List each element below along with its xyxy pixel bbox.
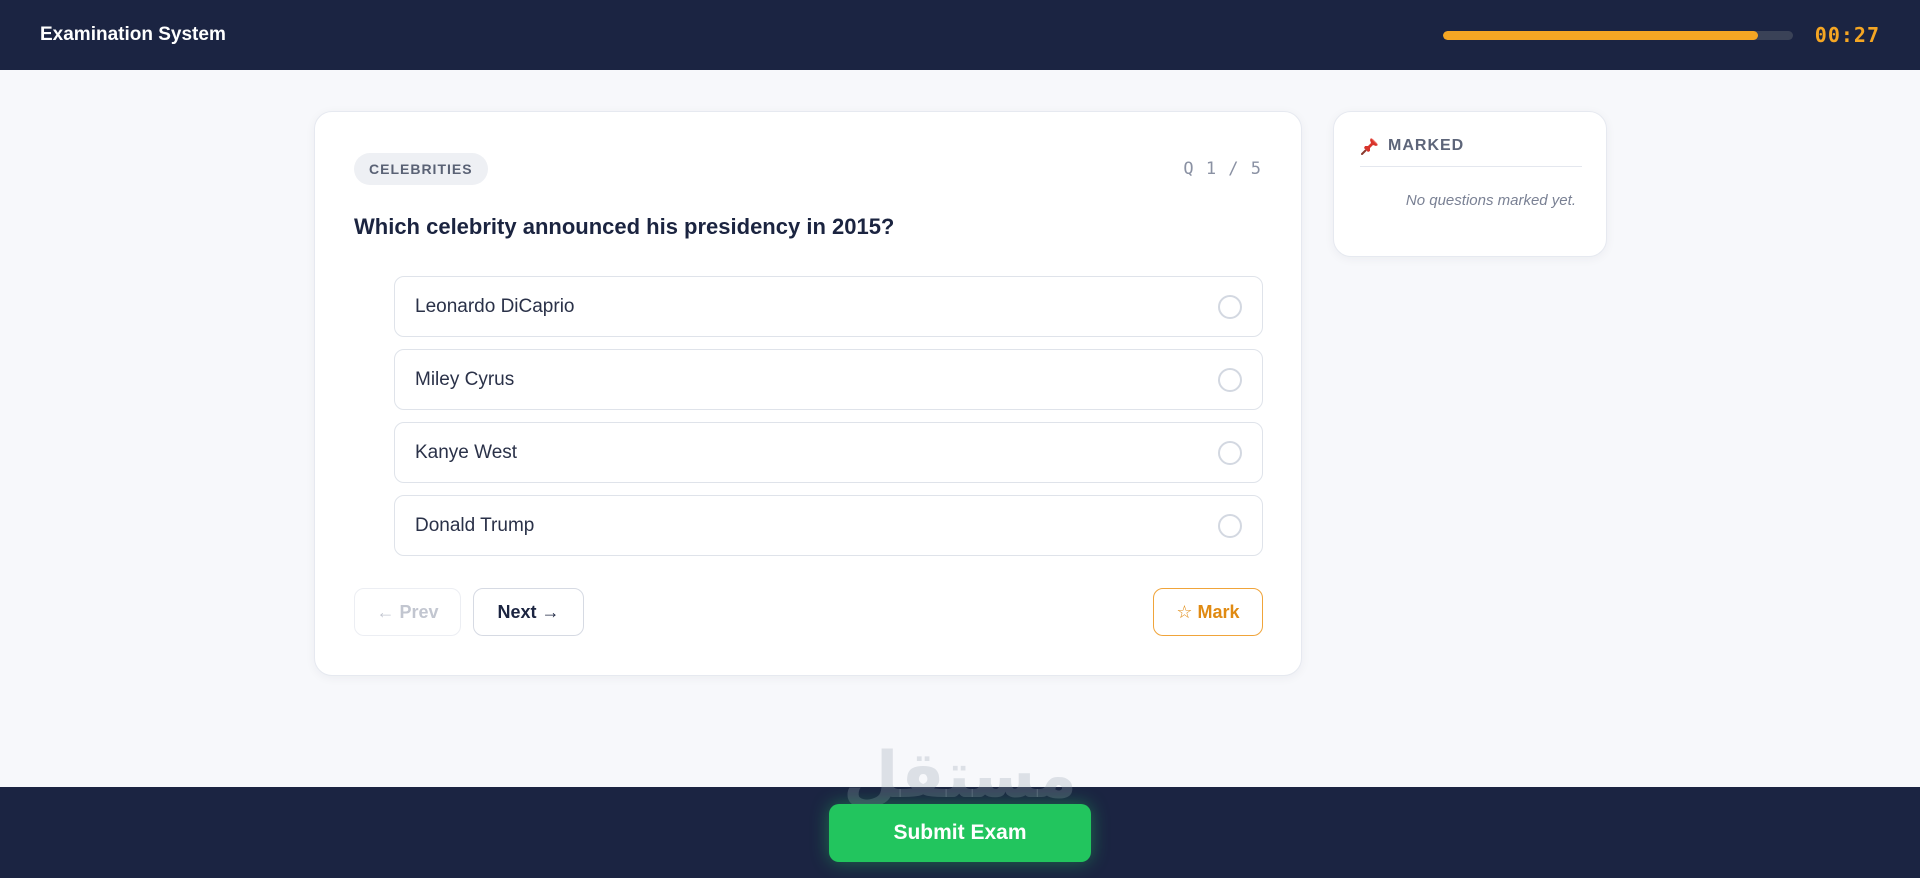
prev-button[interactable]: ← Prev xyxy=(354,588,461,636)
answer-option-label: Miley Cyrus xyxy=(415,368,515,390)
answer-option-label: Leonardo DiCaprio xyxy=(415,295,575,317)
answer-option[interactable]: Leonardo DiCaprio xyxy=(394,276,1263,337)
marked-empty-message: No questions marked yet. xyxy=(1405,192,1576,209)
time-progress-fill xyxy=(1442,30,1758,40)
answer-option[interactable]: Kanye West xyxy=(394,422,1263,483)
app-title: Examination System xyxy=(40,24,226,45)
answer-option[interactable]: Miley Cyrus xyxy=(394,349,1263,410)
radio-button[interactable] xyxy=(1218,294,1242,319)
answer-option[interactable]: Donald Trump xyxy=(394,495,1263,556)
answer-option-label: Donald Trump xyxy=(415,514,535,536)
question-navigation: ← Prev Next → ☆ Mark xyxy=(354,588,1263,636)
question-counter: Q 1 / 5 xyxy=(1183,159,1262,179)
top-bar: Examination System 00:27 xyxy=(0,0,1920,70)
radio-button[interactable] xyxy=(1218,440,1242,465)
timer-area: 00:27 xyxy=(1442,23,1880,47)
radio-button[interactable] xyxy=(1218,367,1242,392)
question-text: Which celebrity announced his presidency… xyxy=(354,214,895,239)
pushpin-icon xyxy=(1361,138,1378,155)
radio-button[interactable] xyxy=(1218,513,1242,538)
question-card: CELEBRITIES Q 1 / 5 Which celebrity anno… xyxy=(314,111,1302,676)
mark-button[interactable]: ☆ Mark xyxy=(1153,588,1263,636)
marked-panel-header: MARKED xyxy=(1360,136,1582,167)
next-button[interactable]: Next → xyxy=(473,588,584,636)
submit-exam-button[interactable]: Submit Exam xyxy=(829,804,1091,862)
answer-option-label: Kanye West xyxy=(415,441,518,463)
time-progress-bar xyxy=(1442,30,1793,40)
countdown-timer: 00:27 xyxy=(1814,23,1880,47)
category-badge: CELEBRITIES xyxy=(354,153,488,185)
marked-panel: MARKED No questions marked yet. xyxy=(1333,111,1607,257)
answer-options: Leonardo DiCaprio Miley Cyrus Kanye West… xyxy=(394,276,1263,568)
marked-panel-title: MARKED xyxy=(1388,137,1465,154)
